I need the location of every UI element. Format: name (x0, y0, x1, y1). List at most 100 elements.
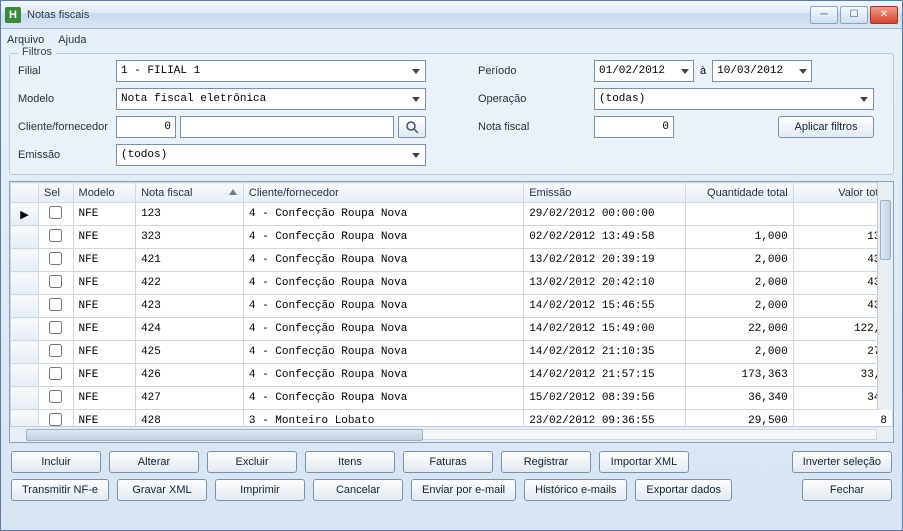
incluir-button[interactable]: Incluir (11, 451, 101, 473)
cell-cliente: 4 - Confecção Roupa Nova (243, 295, 523, 318)
cell-qtd: 2,000 (685, 272, 793, 295)
gravar-xml-button[interactable]: Gravar XML (117, 479, 207, 501)
col-qtd[interactable]: Quantidade total (685, 183, 793, 203)
input-cliente-nome[interactable] (180, 116, 394, 138)
col-marker[interactable] (11, 183, 39, 203)
label-cliente: Cliente/fornecedor (18, 121, 110, 133)
exportar-dados-button[interactable]: Exportar dados (635, 479, 732, 501)
itens-button[interactable]: Itens (305, 451, 395, 473)
cell-qtd: 1,000 (685, 226, 793, 249)
alterar-button[interactable]: Alterar (109, 451, 199, 473)
cell-emissao: 23/02/2012 09:36:55 (524, 410, 686, 427)
table-row[interactable]: NFE4244 - Confecção Roupa Nova14/02/2012… (11, 318, 893, 341)
table-row[interactable]: NFE4283 - Monteiro Lobato23/02/2012 09:3… (11, 410, 893, 427)
faturas-button[interactable]: Faturas (403, 451, 493, 473)
row-checkbox[interactable] (49, 252, 62, 265)
excluir-button[interactable]: Excluir (207, 451, 297, 473)
row-checkbox[interactable] (49, 206, 62, 219)
table-row[interactable]: NFE4264 - Confecção Roupa Nova14/02/2012… (11, 364, 893, 387)
col-emissao[interactable]: Emissão (524, 183, 686, 203)
scrollbar-thumb[interactable] (26, 429, 423, 441)
table-row[interactable]: NFE3234 - Confecção Roupa Nova02/02/2012… (11, 226, 893, 249)
row-checkbox-cell (39, 249, 74, 272)
date-from[interactable]: 01/02/2012 (594, 60, 694, 82)
cell-nota: 123 (136, 203, 244, 226)
row-checkbox-cell (39, 295, 74, 318)
row-marker (11, 249, 39, 272)
filters-group: Filtros Filial 1 - FILIAL 1 Período 01/0… (9, 53, 894, 175)
row-checkbox[interactable] (49, 229, 62, 242)
label-emissao: Emissão (18, 149, 110, 161)
enviar-email-button[interactable]: Enviar por e-mail (411, 479, 516, 501)
col-modelo[interactable]: Modelo (73, 183, 136, 203)
cell-modelo: NFE (73, 272, 136, 295)
input-notafiscal[interactable] (594, 116, 674, 138)
horizontal-scrollbar[interactable] (10, 426, 893, 442)
vertical-scrollbar[interactable] (877, 182, 893, 410)
row-checkbox-cell (39, 318, 74, 341)
col-sel[interactable]: Sel (39, 183, 74, 203)
table-row[interactable]: NFE4224 - Confecção Roupa Nova13/02/2012… (11, 272, 893, 295)
col-cliente[interactable]: Cliente/fornecedor (243, 183, 523, 203)
cell-valor: 8 (793, 410, 892, 427)
sort-asc-icon (229, 189, 237, 195)
label-modelo: Modelo (18, 93, 110, 105)
cell-qtd: 173,363 (685, 364, 793, 387)
row-checkbox[interactable] (49, 321, 62, 334)
table-row[interactable]: NFE4254 - Confecção Roupa Nova14/02/2012… (11, 341, 893, 364)
table-row[interactable]: ▶NFE1234 - Confecção Roupa Nova29/02/201… (11, 203, 893, 226)
col-nota[interactable]: Nota fiscal (136, 183, 244, 203)
menu-ajuda[interactable]: Ajuda (58, 34, 86, 46)
transmitir-nfe-button[interactable]: Transmitir NF-e (11, 479, 109, 501)
table-row[interactable]: NFE4274 - Confecção Roupa Nova15/02/2012… (11, 387, 893, 410)
cancelar-button[interactable]: Cancelar (313, 479, 403, 501)
row-checkbox[interactable] (49, 390, 62, 403)
row-checkbox[interactable] (49, 298, 62, 311)
combo-operacao[interactable]: (todas) (594, 88, 874, 110)
row-checkbox-cell (39, 387, 74, 410)
cell-nota: 323 (136, 226, 244, 249)
menu-arquivo[interactable]: Arquivo (7, 34, 44, 46)
row-checkbox[interactable] (49, 367, 62, 380)
scrollbar-thumb[interactable] (880, 200, 891, 260)
maximize-button[interactable]: ☐ (840, 6, 868, 24)
cell-cliente: 4 - Confecção Roupa Nova (243, 318, 523, 341)
cell-modelo: NFE (73, 226, 136, 249)
fechar-button[interactable]: Fechar (802, 479, 892, 501)
cell-cliente: 4 - Confecção Roupa Nova (243, 272, 523, 295)
combo-modelo[interactable]: Nota fiscal eletrônica (116, 88, 426, 110)
cell-qtd: 2,000 (685, 295, 793, 318)
cell-modelo: NFE (73, 318, 136, 341)
inverter-selecao-button[interactable]: Inverter seleção (792, 451, 892, 473)
historico-emails-button[interactable]: Histórico e-mails (524, 479, 627, 501)
input-cliente-id[interactable] (116, 116, 176, 138)
combo-filial[interactable]: 1 - FILIAL 1 (116, 60, 426, 82)
cell-qtd: 29,500 (685, 410, 793, 427)
cell-qtd: 2,000 (685, 341, 793, 364)
cell-modelo: NFE (73, 410, 136, 427)
search-icon (405, 120, 419, 134)
cell-emissao: 13/02/2012 20:42:10 (524, 272, 686, 295)
row-checkbox[interactable] (49, 413, 62, 426)
row-checkbox[interactable] (49, 275, 62, 288)
row-marker (11, 226, 39, 249)
cell-modelo: NFE (73, 249, 136, 272)
close-button[interactable]: ✕ (870, 6, 898, 24)
aplicar-filtros-button[interactable]: Aplicar filtros (778, 116, 874, 138)
label-operacao: Operação (478, 93, 588, 105)
cell-emissao: 13/02/2012 20:39:19 (524, 249, 686, 272)
table-row[interactable]: NFE4214 - Confecção Roupa Nova13/02/2012… (11, 249, 893, 272)
minimize-button[interactable]: ─ (810, 6, 838, 24)
combo-emissao[interactable]: (todos) (116, 144, 426, 166)
date-to[interactable]: 10/03/2012 (712, 60, 812, 82)
row-marker: ▶ (11, 203, 39, 226)
imprimir-button[interactable]: Imprimir (215, 479, 305, 501)
row-checkbox[interactable] (49, 344, 62, 357)
cell-emissao: 14/02/2012 21:57:15 (524, 364, 686, 387)
cell-qtd (685, 203, 793, 226)
registrar-button[interactable]: Registrar (501, 451, 591, 473)
label-periodo-sep: à (700, 65, 706, 77)
importar-xml-button[interactable]: Importar XML (599, 451, 689, 473)
search-cliente-button[interactable] (398, 116, 426, 138)
table-row[interactable]: NFE4234 - Confecção Roupa Nova14/02/2012… (11, 295, 893, 318)
